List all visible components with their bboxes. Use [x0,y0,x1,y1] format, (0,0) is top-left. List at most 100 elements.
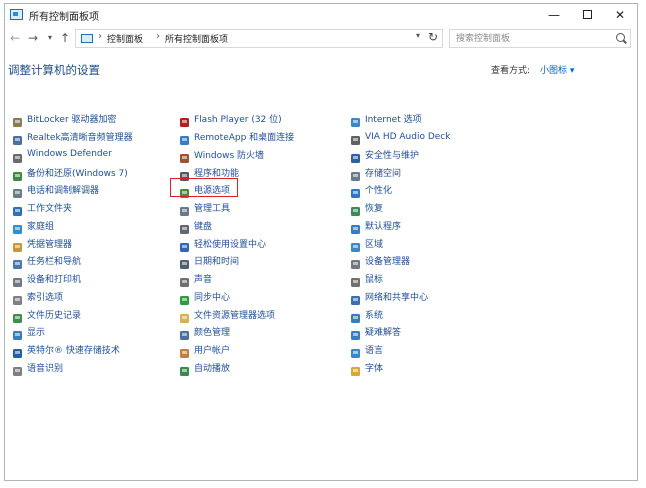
item-label[interactable]: 自动播放 [194,361,230,374]
item-label[interactable]: 声音 [194,272,212,285]
control-panel-item[interactable]: 系统 [350,305,450,323]
item-label[interactable]: 程序和功能 [194,166,239,179]
item-label[interactable]: 语音识别 [27,361,63,374]
item-label[interactable]: Flash Player (32 位) [194,112,282,125]
item-label[interactable]: 颜色管理 [194,325,230,338]
item-label[interactable]: Windows 防火墙 [194,148,264,161]
control-panel-item[interactable]: 区域 [350,234,450,252]
up-button[interactable]: ↑ [58,30,72,46]
breadcrumb-separator[interactable]: › [156,31,160,42]
search-box[interactable] [449,29,631,48]
control-panel-item[interactable]: Windows Defender [12,146,133,164]
control-panel-item[interactable]: Flash Player (32 位) [179,110,294,128]
item-label[interactable]: 用户帐户 [194,343,230,356]
control-panel-item[interactable]: 字体 [350,359,450,377]
control-panel-item[interactable]: Windows 防火墙 [179,146,294,164]
control-panel-item[interactable]: 轻松使用设置中心 [179,234,294,252]
item-label[interactable]: 显示 [27,325,45,338]
item-label[interactable]: 恢复 [365,201,383,214]
item-label[interactable]: 文件资源管理器选项 [194,308,275,321]
item-label[interactable]: RemoteApp 和桌面连接 [194,130,294,143]
control-panel-item[interactable]: 语音识别 [12,359,133,377]
control-panel-item[interactable]: Realtek高清晰音频管理器 [12,128,133,146]
control-panel-item[interactable]: 声音 [179,270,294,288]
breadcrumb-control-panel[interactable]: 控制面板 [107,32,143,45]
control-panel-item[interactable]: 文件资源管理器选项 [179,305,294,323]
title-bar[interactable]: 所有控制面板项 — ✕ [5,4,637,26]
control-panel-item[interactable]: 日期和时间 [179,252,294,270]
item-label[interactable]: 日期和时间 [194,254,239,267]
control-panel-item[interactable]: 家庭组 [12,217,133,235]
maximize-button[interactable] [570,4,604,26]
address-dropdown-button[interactable]: ▾ [416,31,420,40]
control-panel-item[interactable]: VIA HD Audio Deck [350,128,450,146]
minimize-button[interactable]: — [537,4,571,26]
item-label[interactable]: 区域 [365,237,383,250]
refresh-button[interactable]: ↻ [428,30,438,44]
control-panel-item[interactable]: 凭据管理器 [12,234,133,252]
item-label[interactable]: 工作文件夹 [27,201,72,214]
control-panel-item[interactable]: 语言 [350,341,450,359]
control-panel-item[interactable]: 鼠标 [350,270,450,288]
control-panel-item[interactable]: 疑难解答 [350,323,450,341]
control-panel-item[interactable]: BitLocker 驱动器加密 [12,110,133,128]
item-label[interactable]: Internet 选项 [365,112,422,125]
control-panel-item[interactable]: 任务栏和导航 [12,252,133,270]
address-bar[interactable]: › 控制面板 › 所有控制面板项 ▾ ↻ [75,29,443,48]
search-icon[interactable] [616,33,625,42]
item-label[interactable]: 家庭组 [27,219,54,232]
control-panel-item[interactable]: 默认程序 [350,217,450,235]
control-panel-item[interactable]: 设备管理器 [350,252,450,270]
control-panel-item[interactable]: 电话和调制解调器 [12,181,133,199]
search-input[interactable] [456,32,606,46]
forward-button[interactable]: → [26,30,40,46]
control-panel-item[interactable]: RemoteApp 和桌面连接 [179,128,294,146]
item-label[interactable]: 设备管理器 [365,254,410,267]
control-panel-item[interactable]: 键盘 [179,217,294,235]
control-panel-item[interactable]: 存储空间 [350,163,450,181]
view-by-dropdown[interactable]: 小图标 ▾ [540,63,574,76]
item-label[interactable]: VIA HD Audio Deck [365,132,450,142]
control-panel-item[interactable]: 颜色管理 [179,323,294,341]
recent-locations-button[interactable]: ▾ [43,30,57,46]
breadcrumb-separator[interactable]: › [98,31,102,42]
item-label[interactable]: 备份和还原(Windows 7) [27,166,128,179]
control-panel-item[interactable]: 用户帐户 [179,341,294,359]
control-panel-item[interactable]: 索引选项 [12,288,133,306]
item-label[interactable]: 网络和共享中心 [365,290,428,303]
control-panel-item[interactable]: 恢复 [350,199,450,217]
item-label[interactable]: 语言 [365,343,383,356]
item-label[interactable]: 英特尔® 快速存储技术 [27,343,120,356]
close-button[interactable]: ✕ [603,4,637,26]
control-panel-item[interactable]: 个性化 [350,181,450,199]
item-label[interactable]: Windows Defender [27,149,112,159]
item-label[interactable]: 个性化 [365,183,392,196]
control-panel-item[interactable]: 文件历史记录 [12,305,133,323]
item-label[interactable]: 同步中心 [194,290,230,303]
item-label[interactable]: 默认程序 [365,219,401,232]
control-panel-item[interactable]: 管理工具 [179,199,294,217]
item-label[interactable]: 疑难解答 [365,325,401,338]
control-panel-item[interactable]: 同步中心 [179,288,294,306]
item-label[interactable]: 索引选项 [27,290,63,303]
item-label[interactable]: 存储空间 [365,166,401,179]
item-label[interactable]: 管理工具 [194,201,230,214]
control-panel-item[interactable]: 显示 [12,323,133,341]
control-panel-item[interactable]: 设备和打印机 [12,270,133,288]
item-label[interactable]: 文件历史记录 [27,308,81,321]
item-label[interactable]: 凭据管理器 [27,237,72,250]
control-panel-item[interactable]: 英特尔® 快速存储技术 [12,341,133,359]
item-label[interactable]: 电话和调制解调器 [27,183,99,196]
item-label[interactable]: 任务栏和导航 [27,254,81,267]
control-panel-item[interactable]: 自动播放 [179,359,294,377]
control-panel-item[interactable]: Internet 选项 [350,110,450,128]
control-panel-item[interactable]: 网络和共享中心 [350,288,450,306]
item-label[interactable]: BitLocker 驱动器加密 [27,112,117,125]
item-label[interactable]: Realtek高清晰音频管理器 [27,130,133,143]
item-label[interactable]: 设备和打印机 [27,272,81,285]
item-label[interactable]: 鼠标 [365,272,383,285]
item-label[interactable]: 安全性与维护 [365,148,419,161]
item-label[interactable]: 轻松使用设置中心 [194,237,266,250]
back-button[interactable]: ← [8,30,22,46]
breadcrumb-all-items[interactable]: 所有控制面板项 [165,32,228,45]
